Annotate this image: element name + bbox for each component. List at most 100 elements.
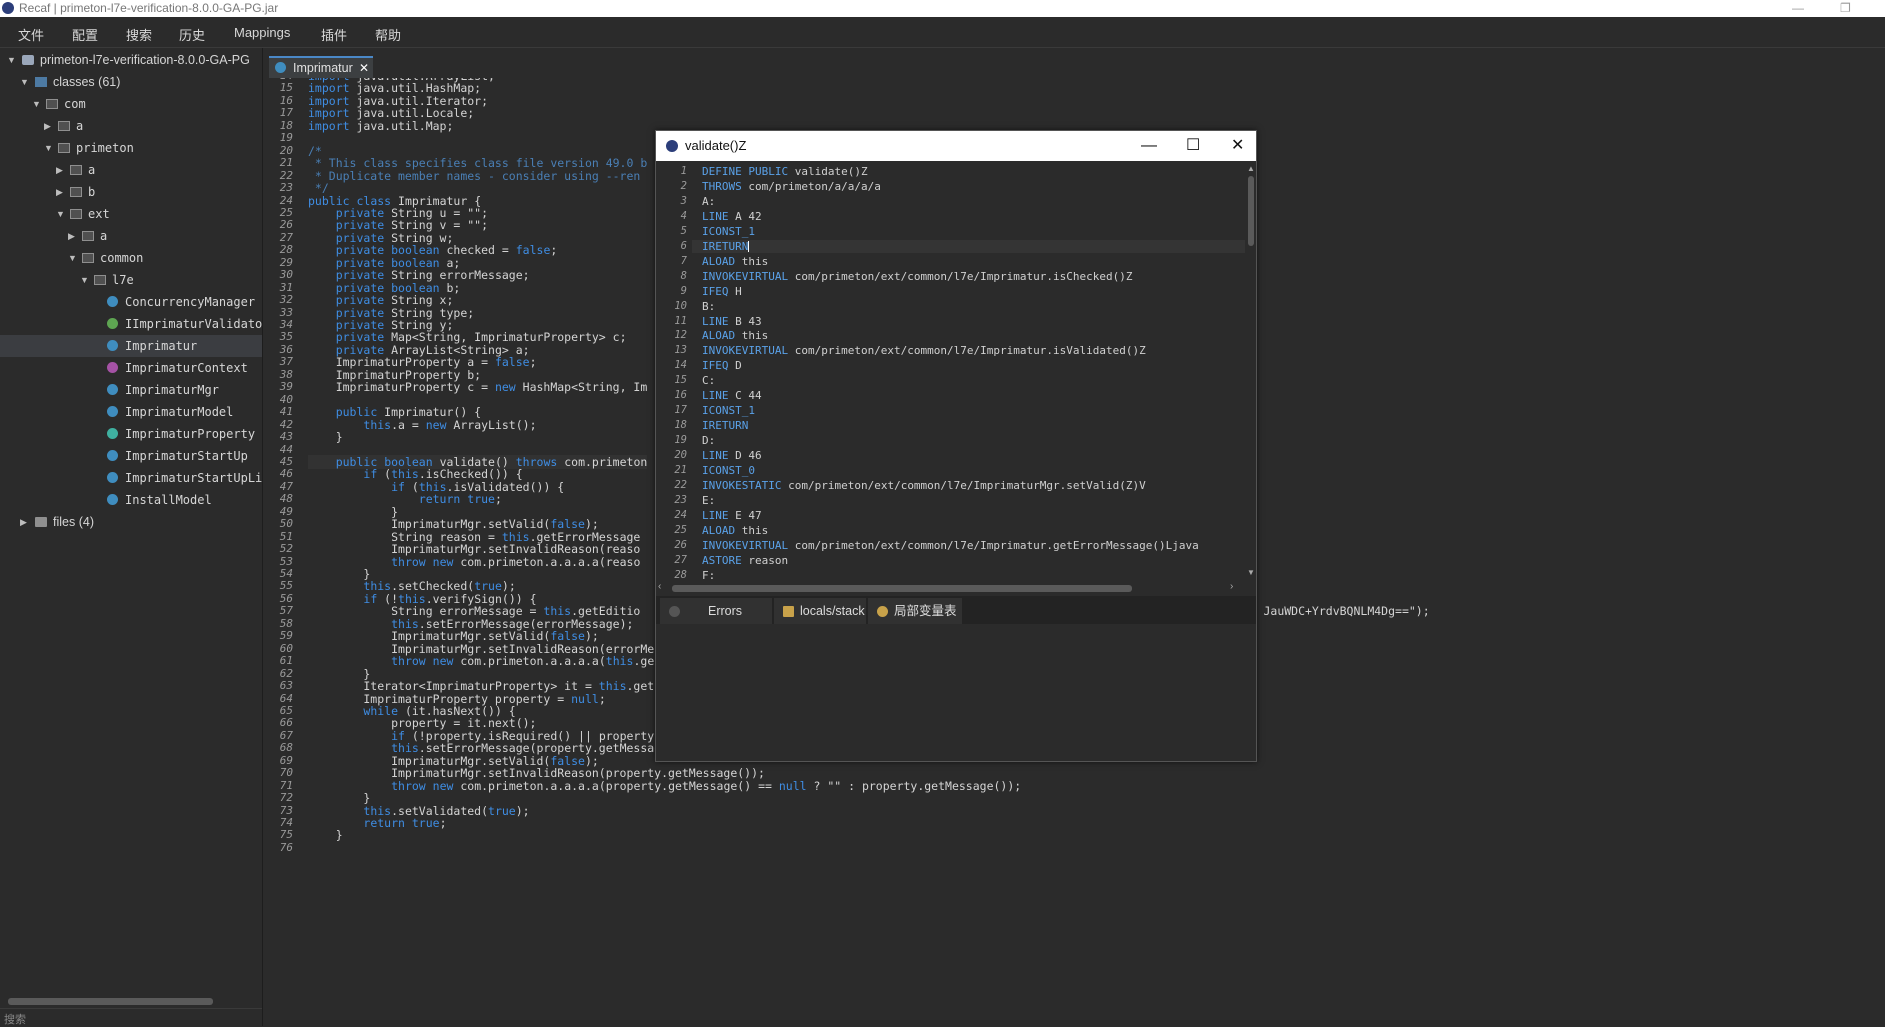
collapse-arrow-icon[interactable]: ▼: [56, 203, 65, 225]
bytecode-line[interactable]: LINE C 44: [702, 389, 762, 402]
tree-class-item[interactable]: ImprimaturProperty: [0, 423, 262, 445]
expand-arrow-icon[interactable]: ▶: [68, 225, 75, 247]
bytecode-line[interactable]: LINE A 42: [702, 210, 762, 223]
close-button[interactable]: ✕: [1231, 131, 1244, 161]
scroll-up-icon[interactable]: ▲: [1247, 164, 1255, 173]
tree-class-item[interactable]: ImprimaturStartUpLi: [0, 467, 262, 489]
scrollbar-thumb[interactable]: [1248, 176, 1254, 246]
scrollbar-thumb[interactable]: [8, 998, 213, 1005]
maximize-button[interactable]: ☐: [1186, 131, 1200, 161]
tree-class-item[interactable]: InstallModel: [0, 489, 262, 511]
code-line[interactable]: import java.util.Map;: [308, 119, 453, 133]
menu-search[interactable]: 搜索: [126, 25, 152, 44]
expand-arrow-icon[interactable]: ▶: [56, 181, 63, 203]
code-line[interactable]: }: [308, 828, 343, 842]
popup-vertical-scrollbar[interactable]: ▲ ▼: [1245, 162, 1256, 582]
tree-class-item-selected[interactable]: Imprimatur: [0, 335, 262, 357]
collapse-arrow-icon[interactable]: ▼: [7, 49, 16, 71]
tree-files[interactable]: ▶ files (4): [0, 511, 262, 533]
collapse-arrow-icon[interactable]: ▼: [20, 71, 29, 93]
bytecode-line[interactable]: LINE E 47: [702, 509, 762, 522]
bytecode-line[interactable]: F:: [702, 569, 715, 582]
bytecode-editor[interactable]: 1 DEFINE PUBLIC validate()Z 2 THROWS com/pr…: [656, 162, 1246, 582]
tree-folder[interactable]: ▼ primeton: [0, 137, 262, 159]
bytecode-line[interactable]: LINE D 46: [702, 449, 762, 462]
bytecode-line[interactable]: INVOKEVIRTUAL com/primeton/ext/common/l7…: [702, 344, 1146, 357]
code-line[interactable]: }: [308, 430, 343, 444]
tree-search-field[interactable]: 搜索: [0, 1008, 262, 1027]
bytecode-line[interactable]: IRETURN: [702, 419, 748, 432]
scroll-down-icon[interactable]: ▼: [1247, 568, 1255, 577]
bytecode-line[interactable]: D:: [702, 434, 715, 447]
bytecode-line[interactable]: IFEQ H: [702, 285, 742, 298]
collapse-arrow-icon[interactable]: ▼: [32, 93, 41, 115]
bytecode-line[interactable]: IRETURN: [692, 239, 1246, 253]
collapse-arrow-icon[interactable]: ▼: [80, 269, 89, 291]
bytecode-line[interactable]: INVOKESTATIC com/primeton/ext/common/l7e…: [702, 479, 1146, 492]
bytecode-line[interactable]: C:: [702, 374, 715, 387]
scroll-right-icon[interactable]: ›: [1230, 581, 1233, 592]
tree-root[interactable]: ▼ primeton-l7e-verification-8.0.0-GA-PG: [0, 49, 262, 71]
close-icon[interactable]: ✕: [359, 58, 369, 78]
bytecode-line[interactable]: ICONST_0: [702, 464, 755, 477]
bytecode-line[interactable]: INVOKEVIRTUAL com/primeton/ext/common/l7…: [702, 270, 1132, 283]
line-number: 20: [674, 449, 687, 462]
tree-class-item[interactable]: ImprimaturContext: [0, 357, 262, 379]
tab-locals-stack[interactable]: locals/stack: [774, 598, 866, 624]
collapse-arrow-icon[interactable]: ▼: [68, 247, 77, 269]
tree-folder[interactable]: ▶ a: [0, 159, 262, 181]
bytecode-line[interactable]: THROWS com/primeton/a/a/a/a: [702, 180, 881, 193]
tree-folder[interactable]: ▶ a: [0, 115, 262, 137]
tab-errors[interactable]: Errors: [660, 598, 772, 624]
expand-arrow-icon[interactable]: ▶: [56, 159, 63, 181]
popup-horizontal-scrollbar[interactable]: ‹ ›: [656, 581, 1256, 594]
menu-history[interactable]: 历史: [179, 25, 205, 44]
tree-folder[interactable]: ▶ a: [0, 225, 262, 247]
bytecode-line[interactable]: ALOAD this: [702, 255, 768, 268]
tree-class-item[interactable]: ImprimaturStartUp: [0, 445, 262, 467]
bytecode-line[interactable]: ASTORE reason: [702, 554, 788, 567]
jar-icon: [22, 55, 34, 65]
bytecode-line[interactable]: E:: [702, 494, 715, 507]
code-line[interactable]: * Duplicate member names - consider usin…: [308, 169, 640, 183]
bytecode-line[interactable]: ALOAD this: [702, 329, 768, 342]
bytecode-line[interactable]: B:: [702, 300, 715, 313]
menu-help[interactable]: 帮助: [375, 25, 401, 44]
menu-mappings[interactable]: Mappings: [234, 25, 290, 40]
tree-class-item[interactable]: ImprimaturMgr: [0, 379, 262, 401]
menu-plugins[interactable]: 插件: [321, 25, 347, 44]
window-minimize-button[interactable]: —: [1792, 0, 1804, 17]
bytecode-line[interactable]: ALOAD this: [702, 524, 768, 537]
tree-folder[interactable]: ▼ common: [0, 247, 262, 269]
bytecode-line[interactable]: LINE B 43: [702, 315, 762, 328]
menu-config[interactable]: 配置: [72, 25, 98, 44]
bytecode-line[interactable]: IFEQ D: [702, 359, 742, 372]
bytecode-line[interactable]: ICONST_1: [702, 225, 755, 238]
tree-class-item[interactable]: ImprimaturModel: [0, 401, 262, 423]
folder-icon: [82, 231, 94, 241]
window-maximize-button[interactable]: ❐: [1840, 0, 1851, 17]
scrollbar-thumb[interactable]: [672, 585, 1132, 592]
bytecode-line[interactable]: INVOKEVIRTUAL com/primeton/ext/common/l7…: [702, 539, 1199, 552]
expand-arrow-icon[interactable]: ▶: [20, 511, 27, 533]
bytecode-line[interactable]: DEFINE PUBLIC validate()Z: [702, 165, 868, 178]
bytecode-line[interactable]: ICONST_1: [702, 404, 755, 417]
tree-class-item[interactable]: ConcurrencyManager: [0, 291, 262, 313]
bytecode-line[interactable]: A:: [702, 195, 715, 208]
tree-horizontal-scrollbar[interactable]: [0, 995, 262, 1007]
tree-folder[interactable]: ▼ com: [0, 93, 262, 115]
minimize-button[interactable]: —: [1141, 131, 1157, 161]
scroll-left-icon[interactable]: ‹: [658, 581, 661, 592]
tree-folder[interactable]: ▼ ext: [0, 203, 262, 225]
code-line[interactable]: ImprimaturProperty c = new HashMap<Strin…: [308, 380, 648, 394]
tab-local-variables[interactable]: 局部变量表: [868, 598, 962, 624]
expand-arrow-icon[interactable]: ▶: [44, 115, 51, 137]
code-line[interactable]: throw new com.primeton.a.a.a.a(property.…: [308, 779, 1021, 793]
tree-class-item[interactable]: IImprimaturValidato: [0, 313, 262, 335]
tree-classes[interactable]: ▼ classes (61): [0, 71, 262, 93]
tree-folder[interactable]: ▶ b: [0, 181, 262, 203]
menu-file[interactable]: 文件: [18, 25, 44, 44]
tab-imprimatur[interactable]: Imprimatur ✕: [269, 56, 373, 78]
tree-folder[interactable]: ▼ l7e: [0, 269, 262, 291]
collapse-arrow-icon[interactable]: ▼: [44, 137, 53, 159]
